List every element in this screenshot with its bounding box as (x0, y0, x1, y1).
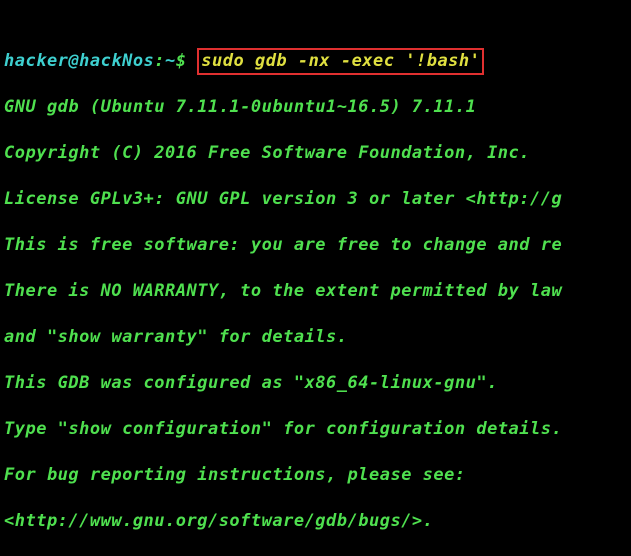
terminal[interactable]: hacker@hackNos:~$ sudo gdb -nx -exec '!b… (0, 0, 631, 556)
output-line: This GDB was configured as "x86_64-linux… (4, 372, 627, 395)
output-line: <http://www.gnu.org/software/gdb/bugs/>. (4, 510, 627, 533)
output-line: There is NO WARRANTY, to the extent perm… (4, 280, 627, 303)
prompt-user: hacker@hackNos (4, 51, 154, 71)
output-line: GNU gdb (Ubuntu 7.11.1-0ubuntu1~16.5) 7.… (4, 96, 627, 119)
prompt-sep: : (154, 51, 165, 71)
output-line: License GPLv3+: GNU GPL version 3 or lat… (4, 188, 627, 211)
output-line: Type "show configuration" for configurat… (4, 418, 627, 441)
prompt-sym: $ (176, 51, 197, 71)
output-line: Copyright (C) 2016 Free Software Foundat… (4, 142, 627, 165)
prompt-line-1: hacker@hackNos:~$ sudo gdb -nx -exec '!b… (4, 50, 627, 73)
output-line: and "show warranty" for details. (4, 326, 627, 349)
command-sudo-gdb: sudo gdb -nx -exec '!bash' (201, 51, 480, 71)
output-line: For bug reporting instructions, please s… (4, 464, 627, 487)
prompt-path: ~ (165, 51, 176, 71)
output-line: This is free software: you are free to c… (4, 234, 627, 257)
highlight-box-cmd1: sudo gdb -nx -exec '!bash' (197, 48, 484, 75)
